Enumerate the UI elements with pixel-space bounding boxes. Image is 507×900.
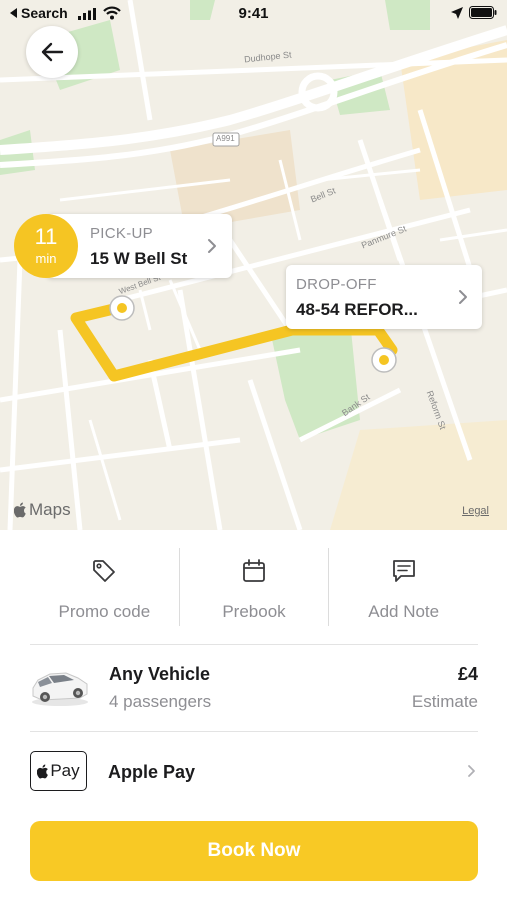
fare-price: £4 [457, 664, 478, 684]
vehicle-name: Any Vehicle [109, 664, 211, 684]
tag-icon [93, 560, 116, 582]
clock: 9:41 [238, 5, 269, 22]
maps-attribution: Maps [14, 500, 71, 520]
apple-pay-badge: Pay [30, 751, 87, 791]
dropoff-card[interactable]: DROP-OFF 48-54 REFOR... [286, 265, 482, 329]
payment-method-label: Apple Pay [108, 762, 196, 782]
location-arrow-icon [451, 6, 463, 19]
eta-badge: 11 min [14, 214, 78, 278]
status-right [451, 6, 497, 19]
legal-link[interactable]: Legal [462, 505, 489, 517]
divider [30, 644, 478, 645]
book-now-button[interactable]: Book Now [30, 821, 478, 881]
back-button[interactable] [26, 26, 78, 78]
apple-logo-icon [37, 764, 49, 778]
map-view[interactable]: Dudhope St A991 Bell St Panmure St West … [0, 0, 507, 530]
note-icon [392, 560, 415, 582]
battery-icon [469, 6, 497, 19]
add-note-button[interactable]: Add Note [329, 548, 478, 626]
arrow-left-icon [41, 42, 64, 62]
prebook-button[interactable]: Prebook [180, 548, 329, 626]
add-note-label: Add Note [368, 602, 440, 621]
chevron-right-icon [208, 239, 216, 253]
chevron-right-icon [459, 290, 467, 304]
car-icon [32, 672, 88, 706]
prebook-label: Prebook [222, 602, 286, 621]
vehicle-option[interactable]: Any Vehicle 4 passengers £4 Estimate [30, 658, 478, 718]
promo-code-label: Promo code [58, 602, 151, 621]
calendar-icon [243, 559, 265, 582]
road-shield-label: A991 [216, 134, 235, 143]
dropoff-address: 48-54 REFOR... [296, 300, 418, 319]
payment-method-row[interactable]: Pay Apple Pay [30, 750, 478, 794]
chevron-right-icon [468, 765, 475, 777]
quick-actions: Promo code Prebook Add Note [30, 548, 478, 626]
divider [30, 731, 478, 732]
apple-pay-badge-label: Pay [50, 761, 80, 780]
eta-value: 11 [34, 224, 58, 249]
eta-unit: min [35, 251, 57, 266]
promo-code-button[interactable]: Promo code [30, 548, 179, 626]
apple-logo-icon [14, 502, 26, 518]
dropoff-label: DROP-OFF [296, 276, 377, 293]
maps-label: Maps [29, 500, 71, 519]
pickup-label: PICK-UP [90, 225, 153, 242]
status-bar: Search 9:41 [0, 0, 507, 28]
fare-estimate-note: Estimate [411, 692, 478, 711]
vehicle-passengers: 4 passengers [109, 692, 212, 711]
booking-sheet: Promo code Prebook Add Note Any Vehicle … [0, 530, 507, 900]
pickup-address: 15 W Bell St [90, 249, 188, 268]
